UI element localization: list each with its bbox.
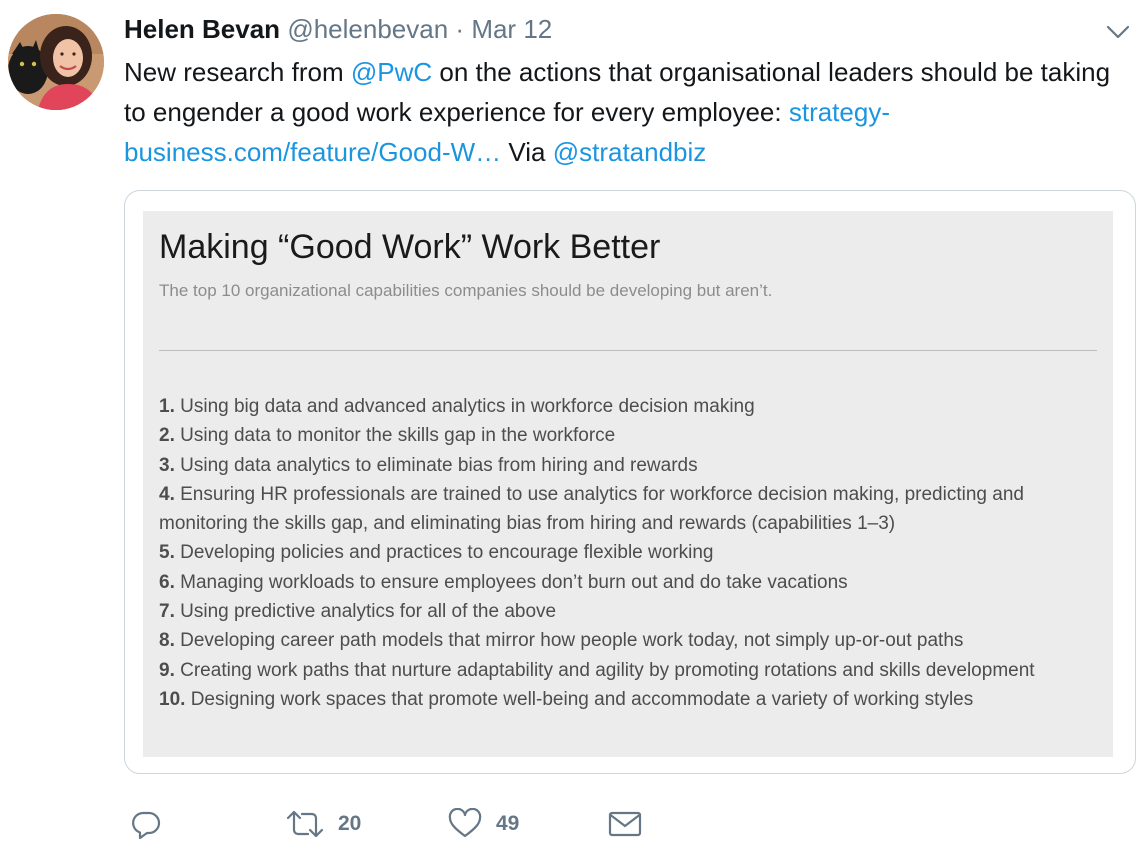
media-card[interactable]: Making “Good Work” Work Better The top 1… (124, 190, 1136, 774)
retweet-button[interactable]: 20 (286, 806, 361, 842)
capability-number: 3. (159, 454, 175, 476)
capability-number: 9. (159, 659, 175, 681)
infographic-subtitle: The top 10 organizational capabilities c… (159, 281, 773, 300)
mention-stratandbiz[interactable]: @stratandbiz (553, 137, 707, 167)
reply-button[interactable] (130, 806, 162, 842)
envelope-icon (608, 808, 642, 840)
capability-number: 7. (159, 601, 175, 623)
like-count: 49 (496, 812, 520, 835)
author-handle[interactable]: @helenbevan (287, 14, 448, 44)
capability-number: 2. (159, 425, 175, 447)
profile-photo (8, 14, 104, 110)
capability-item: 4. Ensuring HR professionals are trained… (159, 480, 1099, 539)
heart-icon (448, 808, 482, 840)
capability-number: 8. (159, 630, 175, 652)
capability-item: 7. Using predictive analytics for all of… (159, 597, 1099, 626)
capability-item: 8. Developing career path models that mi… (159, 626, 1099, 655)
tweet-date[interactable]: Mar 12 (471, 14, 552, 44)
tweet-text-part1: New research from (124, 57, 351, 87)
capability-text: Developing career path models that mirro… (174, 630, 964, 652)
capability-item: 5. Developing policies and practices to … (159, 538, 1099, 567)
capability-text: Using big data and advanced analytics in… (174, 396, 755, 417)
capability-text: Managing workloads to ensure employees d… (174, 571, 848, 593)
retweet-icon (286, 808, 324, 840)
tweet-actions: 20 49 (0, 800, 1137, 850)
like-button[interactable]: 49 (448, 806, 519, 842)
direct-message-button[interactable] (608, 806, 642, 842)
capability-number: 10. (159, 688, 186, 710)
capability-number: 6. (159, 571, 175, 593)
mention-pwc[interactable]: @PwC (351, 57, 432, 87)
capability-item: 10. Designing work spaces that promote w… (159, 685, 1099, 714)
tweet-header: Helen Bevan @helenbevan · Mar 12 (124, 12, 552, 46)
capability-text: Creating work paths that nurture adaptab… (174, 659, 1035, 681)
author-name[interactable]: Helen Bevan (124, 14, 280, 44)
tweet: Helen Bevan @helenbevan · Mar 12 New res… (0, 0, 1137, 857)
capability-text: Using predictive analytics for all of th… (174, 601, 557, 623)
infographic-title: Making “Good Work” Work Better (159, 228, 661, 266)
capability-text: Designing work spaces that promote well-… (185, 688, 974, 710)
capability-number: 1. (159, 396, 175, 417)
capability-item: 3. Using data analytics to eliminate bia… (159, 451, 1099, 480)
tweet-text-part3: Via (501, 137, 553, 167)
header-separator: · (455, 14, 465, 44)
chevron-down-icon[interactable] (1106, 24, 1130, 40)
infographic-image[interactable]: Making “Good Work” Work Better The top 1… (143, 211, 1113, 757)
reply-icon (130, 808, 162, 840)
capabilities-list: 1. Using big data and advanced analytics… (159, 392, 1099, 714)
tweet-text: New research from @PwC on the actions th… (124, 52, 1124, 172)
divider (159, 350, 1097, 351)
capability-text: Ensuring HR professionals are trained to… (159, 483, 1024, 535)
capability-item: 6. Managing workloads to ensure employee… (159, 568, 1099, 597)
capability-text: Developing policies and practices to enc… (174, 542, 714, 564)
capability-number: 4. (159, 483, 175, 505)
capability-item: 1. Using big data and advanced analytics… (159, 392, 1099, 421)
capability-number: 5. (159, 542, 175, 564)
capability-text: Using data to monitor the skills gap in … (174, 425, 616, 447)
capability-item: 2. Using data to monitor the skills gap … (159, 421, 1099, 450)
retweet-count: 20 (338, 812, 362, 835)
capability-item: 9. Creating work paths that nurture adap… (159, 656, 1099, 685)
capability-text: Using data analytics to eliminate bias f… (174, 454, 698, 476)
avatar[interactable] (8, 14, 104, 110)
